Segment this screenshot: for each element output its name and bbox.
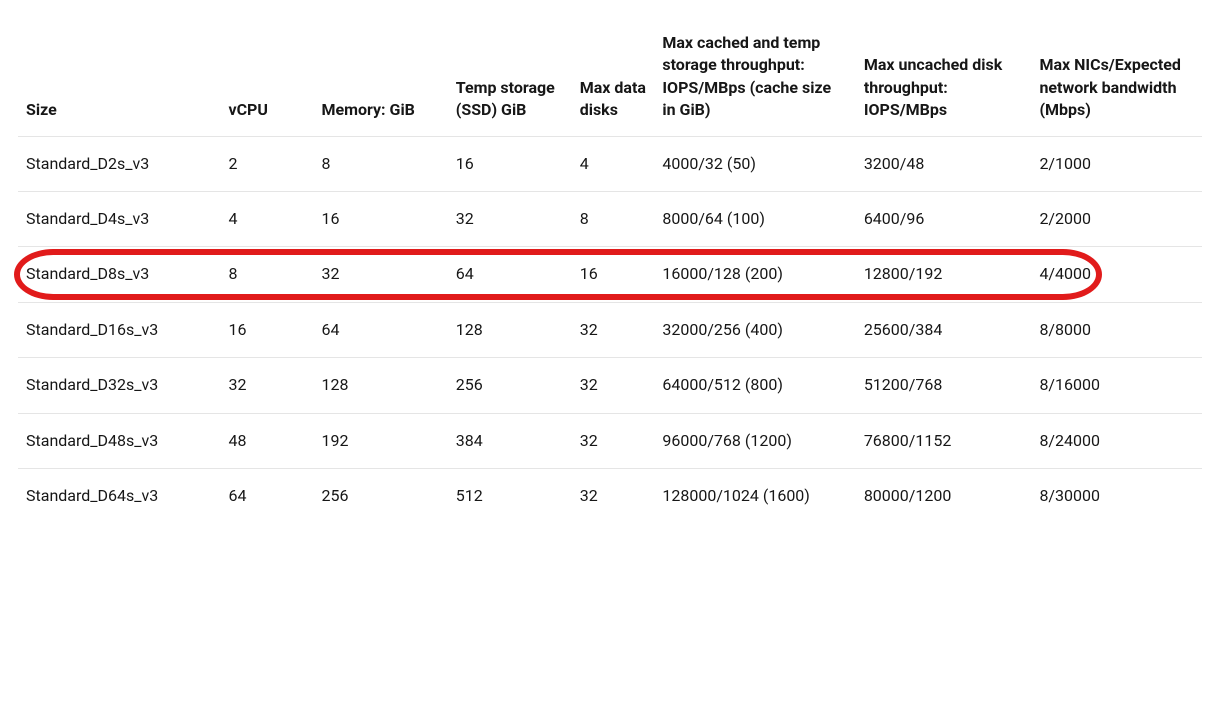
table-header-row: Size vCPU Memory: GiB Temp storage (SSD)… <box>18 16 1202 136</box>
cell-nic: 4/4000 <box>1031 247 1202 302</box>
cell-uncached: 12800/192 <box>856 247 1032 302</box>
cell-temp: 256 <box>448 358 572 413</box>
cell-size: Standard_D4s_v3 <box>18 191 220 246</box>
cell-size: Standard_D2s_v3 <box>18 136 220 191</box>
cell-cached: 32000/256 (400) <box>654 302 855 357</box>
cell-size: Standard_D8s_v3 <box>18 247 220 302</box>
table-row: Standard_D16s_v316641283232000/256 (400)… <box>18 302 1202 357</box>
cell-vcpu: 8 <box>220 247 313 302</box>
cell-memory: 16 <box>313 191 447 246</box>
cell-cached: 4000/32 (50) <box>654 136 855 191</box>
header-cached: Max cached and temp storage throughput: … <box>654 16 855 136</box>
cell-nic: 8/8000 <box>1031 302 1202 357</box>
cell-temp: 128 <box>448 302 572 357</box>
cell-size: Standard_D32s_v3 <box>18 358 220 413</box>
cell-vcpu: 16 <box>220 302 313 357</box>
header-temp: Temp storage (SSD) GiB <box>448 16 572 136</box>
cell-nic: 2/1000 <box>1031 136 1202 191</box>
cell-cached: 16000/128 (200) <box>654 247 855 302</box>
table-row: Standard_D2s_v3281644000/32 (50)3200/482… <box>18 136 1202 191</box>
cell-temp: 384 <box>448 413 572 468</box>
cell-memory: 192 <box>313 413 447 468</box>
table-row: Standard_D8s_v3832641616000/128 (200)128… <box>18 247 1202 302</box>
table-row: Standard_D4s_v34163288000/64 (100)6400/9… <box>18 191 1202 246</box>
cell-memory: 256 <box>313 468 447 523</box>
cell-uncached: 3200/48 <box>856 136 1032 191</box>
cell-temp: 64 <box>448 247 572 302</box>
header-size: Size <box>18 16 220 136</box>
header-nic: Max NICs/Expected network bandwidth (Mbp… <box>1031 16 1202 136</box>
cell-disks: 16 <box>572 247 655 302</box>
cell-vcpu: 2 <box>220 136 313 191</box>
cell-uncached: 76800/1152 <box>856 413 1032 468</box>
cell-disks: 8 <box>572 191 655 246</box>
cell-memory: 32 <box>313 247 447 302</box>
cell-temp: 512 <box>448 468 572 523</box>
cell-nic: 8/16000 <box>1031 358 1202 413</box>
cell-nic: 2/2000 <box>1031 191 1202 246</box>
header-vcpu: vCPU <box>220 16 313 136</box>
cell-size: Standard_D48s_v3 <box>18 413 220 468</box>
cell-disks: 32 <box>572 468 655 523</box>
cell-uncached: 6400/96 <box>856 191 1032 246</box>
cell-disks: 32 <box>572 413 655 468</box>
cell-vcpu: 4 <box>220 191 313 246</box>
cell-disks: 32 <box>572 358 655 413</box>
cell-memory: 64 <box>313 302 447 357</box>
cell-disks: 4 <box>572 136 655 191</box>
cell-cached: 8000/64 (100) <box>654 191 855 246</box>
cell-temp: 16 <box>448 136 572 191</box>
cell-cached: 128000/1024 (1600) <box>654 468 855 523</box>
cell-cached: 96000/768 (1200) <box>654 413 855 468</box>
cell-size: Standard_D64s_v3 <box>18 468 220 523</box>
header-memory: Memory: GiB <box>313 16 447 136</box>
cell-disks: 32 <box>572 302 655 357</box>
header-disks: Max data disks <box>572 16 655 136</box>
cell-temp: 32 <box>448 191 572 246</box>
cell-vcpu: 48 <box>220 413 313 468</box>
header-uncached: Max uncached disk throughput: IOPS/MBps <box>856 16 1032 136</box>
cell-cached: 64000/512 (800) <box>654 358 855 413</box>
table-row: Standard_D32s_v3321282563264000/512 (800… <box>18 358 1202 413</box>
cell-uncached: 80000/1200 <box>856 468 1032 523</box>
cell-memory: 128 <box>313 358 447 413</box>
cell-size: Standard_D16s_v3 <box>18 302 220 357</box>
cell-nic: 8/24000 <box>1031 413 1202 468</box>
cell-uncached: 51200/768 <box>856 358 1032 413</box>
table-row: Standard_D64s_v36425651232128000/1024 (1… <box>18 468 1202 523</box>
cell-memory: 8 <box>313 136 447 191</box>
cell-vcpu: 64 <box>220 468 313 523</box>
cell-nic: 8/30000 <box>1031 468 1202 523</box>
vm-size-table: Size vCPU Memory: GiB Temp storage (SSD)… <box>18 16 1202 523</box>
cell-uncached: 25600/384 <box>856 302 1032 357</box>
table-row: Standard_D48s_v3481923843296000/768 (120… <box>18 413 1202 468</box>
cell-vcpu: 32 <box>220 358 313 413</box>
